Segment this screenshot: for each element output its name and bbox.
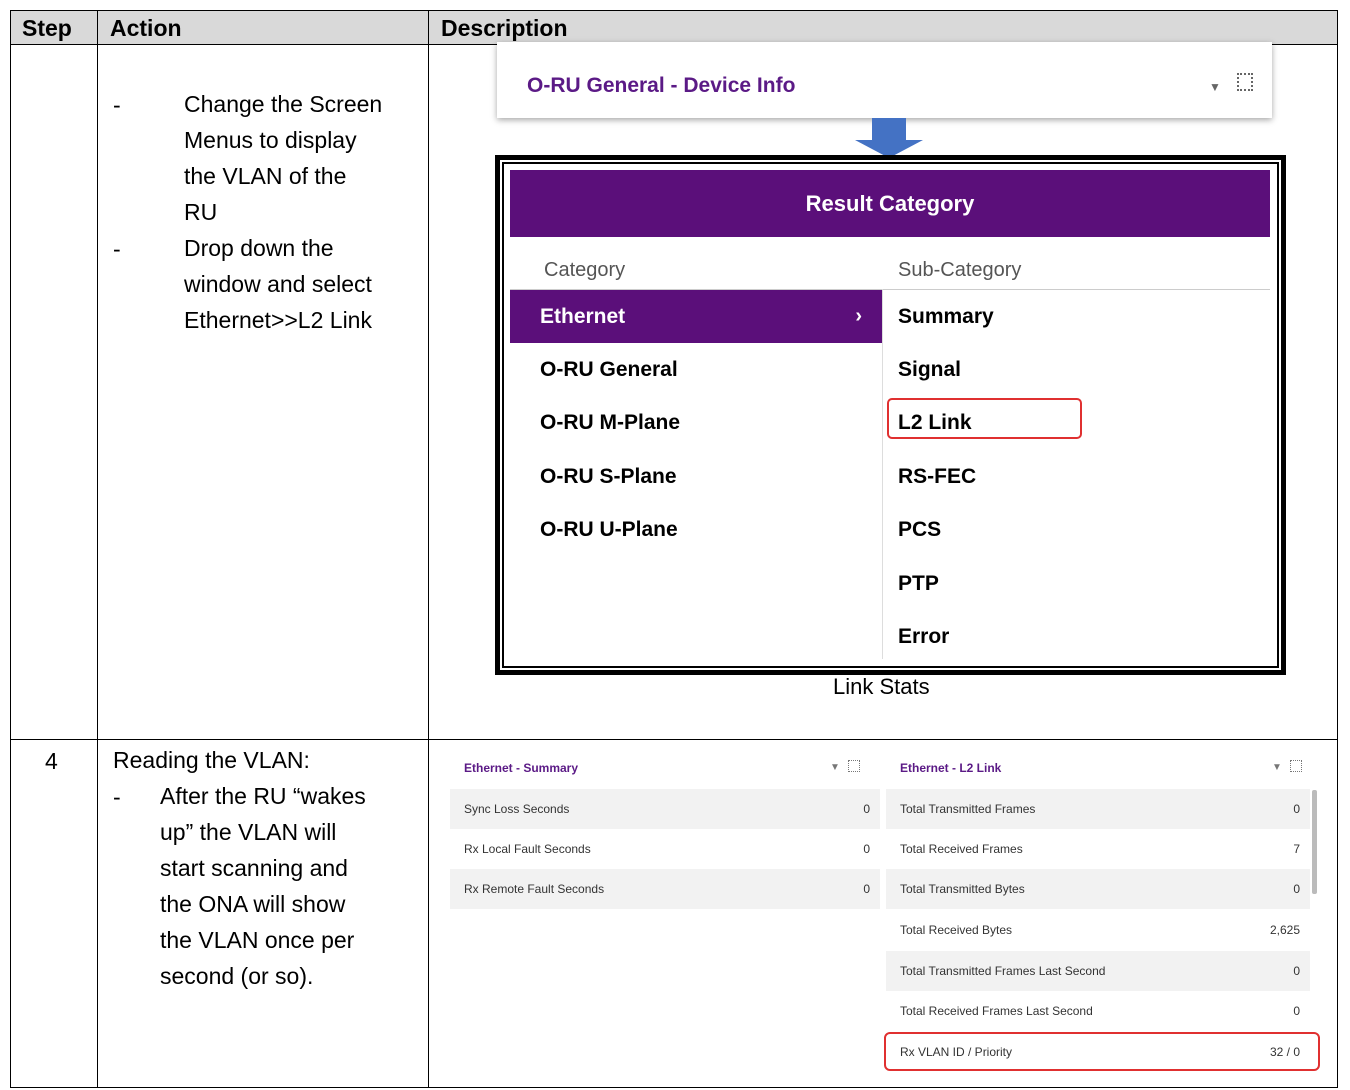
action-line: the VLAN of the (184, 163, 347, 189)
down-arrow-icon (872, 118, 906, 142)
ethernet-summary-panel: Ethernet - Summary ▼ Sync Loss Seconds 0… (450, 745, 880, 1085)
result-category-panel: Result Category Category Sub-Category Et… (495, 155, 1286, 675)
table-row: Total Received Frames Last Second 0 (886, 991, 1310, 1031)
reading-vlan-title: Reading the VLAN: (113, 747, 310, 773)
category-column-header: Category (544, 259, 626, 281)
action-line: Drop down the (184, 235, 334, 261)
subcategory-item-summary[interactable]: Summary (898, 305, 994, 329)
highlight-box (884, 1032, 1320, 1071)
down-arrow-head-icon (855, 140, 923, 158)
row-value: 0 (863, 802, 870, 816)
expand-icon[interactable] (848, 760, 860, 772)
caret-down-icon[interactable]: ▼ (1209, 80, 1221, 94)
table-row: Rx Local Fault Seconds 0 (450, 829, 880, 869)
step-number: 4 (45, 748, 58, 774)
row-value: 0 (863, 882, 870, 896)
category-item-oru-u-plane[interactable]: O-RU U-Plane (510, 503, 882, 556)
table-row: Total Transmitted Bytes 0 (886, 869, 1310, 909)
subcategory-item-rs-fec[interactable]: RS-FEC (898, 465, 976, 489)
expand-icon[interactable] (1290, 760, 1302, 772)
action-line: up” the VLAN will (160, 819, 337, 845)
subcategory-item-pcs[interactable]: PCS (898, 518, 941, 542)
subcategory-item-signal[interactable]: Signal (898, 358, 961, 382)
category-item-ethernet[interactable]: Ethernet › (510, 290, 882, 343)
bullet-dash: - (113, 236, 121, 262)
table-row: Total Transmitted Frames Last Second 0 (886, 951, 1310, 991)
row-value: 0 (863, 842, 870, 856)
category-item-oru-general[interactable]: O-RU General (510, 343, 882, 396)
action-line: After the RU “wakes (160, 783, 366, 809)
subcategory-item-error[interactable]: Error (898, 625, 949, 649)
row-label: Rx Local Fault Seconds (464, 842, 591, 856)
caret-down-icon[interactable]: ▼ (830, 762, 840, 773)
action-line: window and select (184, 271, 372, 297)
table-row: Total Transmitted Frames 0 (886, 789, 1310, 829)
row-value: 2,625 (1269, 923, 1300, 937)
row-value: 0 (1293, 1004, 1300, 1018)
bullet-dash: - (113, 92, 121, 118)
bullet-dash: - (113, 784, 121, 810)
figure-caption: Link Stats (833, 674, 930, 699)
row-label: Sync Loss Seconds (464, 802, 570, 816)
table-row: Total Received Frames 7 (886, 829, 1310, 869)
action-line: Ethernet>>L2 Link (184, 307, 372, 333)
subcategory-column-header: Sub-Category (898, 259, 1022, 281)
row-value: 0 (1293, 882, 1300, 896)
action-bullet-1: Change the Screen Menus to display the V… (184, 86, 382, 230)
expand-icon[interactable] (1237, 73, 1253, 91)
header-action: Action (110, 15, 182, 41)
row-label: Total Transmitted Bytes (900, 882, 1025, 896)
reading-vlan-text: After the RU “wakes up” the VLAN will st… (160, 778, 366, 994)
row-label: Total Received Frames (900, 842, 1023, 856)
table-row: Rx Remote Fault Seconds 0 (450, 869, 880, 909)
action-line: RU (184, 199, 218, 225)
column-divider (97, 11, 98, 1087)
category-item-oru-m-plane[interactable]: O-RU M-Plane (510, 396, 882, 449)
table-row: Total Received Bytes 2,625 (886, 910, 1310, 950)
action-line: Menus to display (184, 127, 357, 153)
row-label: Total Transmitted Frames (900, 802, 1036, 816)
result-category-title: Result Category (510, 170, 1270, 237)
row-value: 7 (1293, 842, 1300, 856)
table-row: Sync Loss Seconds 0 (450, 789, 880, 829)
action-bullet-2: Drop down the window and select Ethernet… (184, 230, 372, 338)
subcategory-item-ptp[interactable]: PTP (898, 572, 939, 596)
header-step: Step (22, 15, 72, 41)
row-value: 0 (1293, 802, 1300, 816)
action-line: second (or so). (160, 963, 314, 989)
row-label: Total Received Bytes (900, 923, 1013, 937)
row-divider (11, 739, 1337, 740)
panel-title: Ethernet - Summary (464, 761, 579, 775)
panel-title: Ethernet - L2 Link (900, 761, 1002, 775)
column-divider (428, 11, 429, 1087)
action-line: the VLAN once per (160, 927, 355, 953)
category-label: Ethernet (540, 305, 626, 328)
dropdown-title: O-RU General - Device Info (527, 74, 796, 97)
action-line: start scanning and (160, 855, 348, 881)
table-header-row: Step Action Description (11, 11, 1337, 45)
highlight-box (887, 398, 1082, 439)
scrollbar[interactable] (1312, 790, 1317, 894)
divider (882, 289, 883, 659)
caret-down-icon[interactable]: ▼ (1272, 762, 1282, 773)
category-item-oru-s-plane[interactable]: O-RU S-Plane (510, 450, 882, 503)
action-line: Change the Screen (184, 91, 383, 117)
device-info-dropdown[interactable]: O-RU General - Device Info ▼ (497, 42, 1272, 118)
chevron-right-icon: › (855, 305, 862, 327)
row-value: 0 (1293, 964, 1300, 978)
row-label: Total Received Frames Last Second (900, 1004, 1093, 1018)
action-line: the ONA will show (160, 891, 346, 917)
row-label: Rx Remote Fault Seconds (464, 882, 605, 896)
header-description: Description (441, 15, 568, 41)
row-label: Total Transmitted Frames Last Second (900, 964, 1106, 978)
